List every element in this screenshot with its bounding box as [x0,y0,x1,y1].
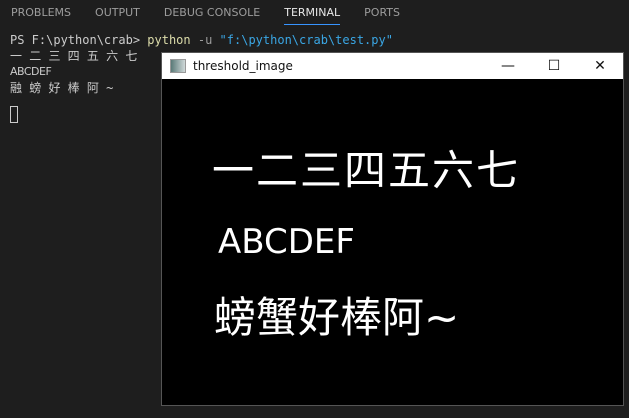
minimize-button[interactable]: — [485,58,531,74]
window-titlebar[interactable]: threshold_image — ☐ ✕ [162,53,623,79]
app-icon [170,59,186,73]
command: python [147,33,191,47]
command-arg: "f:\python\crab\test.py" [219,33,393,47]
image-text-line: ABCDEF [218,222,355,262]
maximize-button[interactable]: ☐ [531,58,577,74]
command-line: PS F:\python\crab> python -u "f:\python\… [10,32,393,48]
prompt: PS F:\python\crab> [10,33,148,47]
threshold-image-window: threshold_image — ☐ ✕ 一二三四五六七 ABCDEF 螃蟹好… [161,52,624,406]
tab-output[interactable]: OUTPUT [95,0,140,24]
image-text-line: 一二三四五六七 [212,146,521,195]
tab-debug-console[interactable]: DEBUG CONSOLE [164,0,260,24]
command-flag: -u [190,33,220,47]
tab-terminal[interactable]: TERMINAL [284,0,341,25]
panel-tabs: PROBLEMS OUTPUT DEBUG CONSOLE TERMINAL P… [0,0,413,26]
tab-ports[interactable]: PORTS [364,0,400,24]
close-button[interactable]: ✕ [577,58,623,74]
tab-problems[interactable]: PROBLEMS [11,0,71,24]
image-text-line: 螃蟹好棒阿~ [214,293,460,342]
window-title: threshold_image [193,59,293,73]
terminal-cursor [10,106,18,123]
